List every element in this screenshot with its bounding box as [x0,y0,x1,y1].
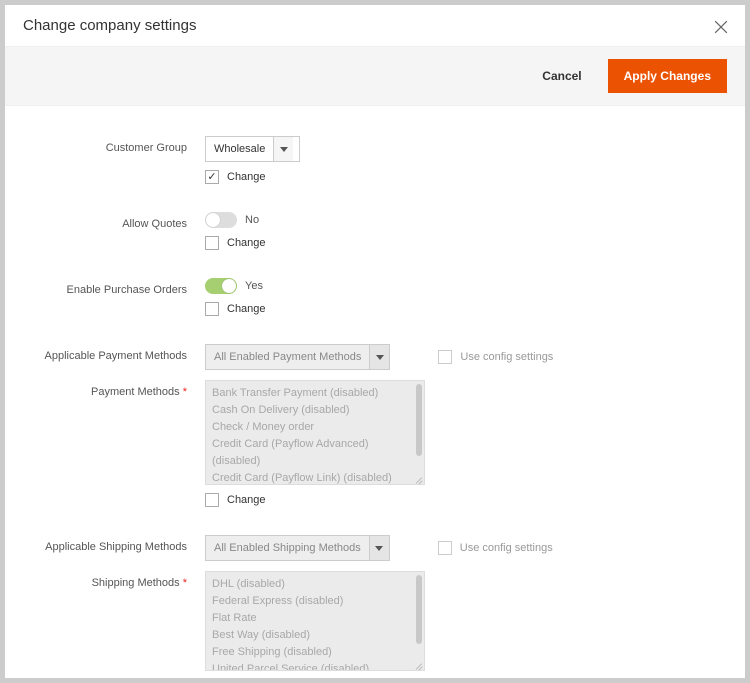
close-icon[interactable] [711,17,731,37]
applicable-payment-select[interactable]: All Enabled Payment Methods [205,344,390,370]
list-item[interactable]: Credit Card (Payflow Advanced) (disabled… [212,436,418,470]
label-enable-po: Enable Purchase Orders [25,278,205,296]
enable-po-change-checkbox[interactable] [205,302,219,316]
list-item[interactable]: Cash On Delivery (disabled) [212,402,418,419]
allow-quotes-toggle[interactable] [205,212,237,228]
resize-handle[interactable] [414,660,424,670]
payment-change-label: Change [227,494,266,506]
company-settings-dialog: Change company settings Cancel Apply Cha… [5,5,745,678]
label-applicable-shipping: Applicable Shipping Methods [25,535,205,553]
label-applicable-payment: Applicable Payment Methods [25,344,205,362]
dialog-header: Change company settings [5,5,745,46]
customer-group-change-checkbox[interactable] [205,170,219,184]
applicable-shipping-select[interactable]: All Enabled Shipping Methods [205,535,390,561]
cancel-button[interactable]: Cancel [536,68,587,84]
enable-po-toggle[interactable] [205,278,237,294]
form-body: Customer Group Wholesale Change [5,106,745,678]
shipping-use-config-checkbox[interactable] [438,541,452,555]
list-item[interactable]: Bank Transfer Payment (disabled) [212,385,418,402]
payment-methods-listbox[interactable]: Bank Transfer Payment (disabled)Cash On … [205,380,425,485]
label-allow-quotes: Allow Quotes [25,212,205,230]
actions-bar: Cancel Apply Changes [5,46,745,106]
enable-po-change-label: Change [227,303,266,315]
customer-group-value: Wholesale [206,143,273,155]
shipping-use-config-label: Use config settings [460,542,553,554]
chevron-down-icon [273,137,293,161]
resize-handle[interactable] [414,474,424,484]
list-item[interactable]: Check / Money order [212,419,418,436]
shipping-methods-listbox[interactable]: DHL (disabled)Federal Express (disabled)… [205,571,425,671]
label-customer-group: Customer Group [25,136,205,154]
chevron-down-icon [369,345,389,369]
customer-group-change-label: Change [227,171,266,183]
scrollbar[interactable] [416,384,422,456]
dialog-title: Change company settings [23,17,196,34]
label-payment-methods: Payment Methods [25,380,205,398]
shipping-methods-items: DHL (disabled)Federal Express (disabled)… [206,572,424,671]
payment-use-config-label: Use config settings [460,351,553,363]
allow-quotes-change-label: Change [227,237,266,249]
list-item[interactable]: United Parcel Service (disabled) [212,661,418,671]
scrollbar[interactable] [416,575,422,644]
list-item[interactable]: DHL (disabled) [212,576,418,593]
allow-quotes-change-checkbox[interactable] [205,236,219,250]
apply-changes-button[interactable]: Apply Changes [608,59,727,93]
list-item[interactable]: Flat Rate [212,610,418,627]
payment-methods-items: Bank Transfer Payment (disabled)Cash On … [206,381,424,485]
label-shipping-methods: Shipping Methods [25,571,205,589]
list-item[interactable]: Best Way (disabled) [212,627,418,644]
applicable-shipping-value: All Enabled Shipping Methods [206,542,369,554]
allow-quotes-state: No [245,214,259,226]
list-item[interactable]: Free Shipping (disabled) [212,644,418,661]
payment-use-config-checkbox[interactable] [438,350,452,364]
enable-po-state: Yes [245,280,263,292]
payment-change-checkbox[interactable] [205,493,219,507]
list-item[interactable]: Federal Express (disabled) [212,593,418,610]
chevron-down-icon [369,536,389,560]
customer-group-select[interactable]: Wholesale [205,136,300,162]
applicable-payment-value: All Enabled Payment Methods [206,351,369,363]
list-item[interactable]: Credit Card (Payflow Link) (disabled) [212,470,418,485]
